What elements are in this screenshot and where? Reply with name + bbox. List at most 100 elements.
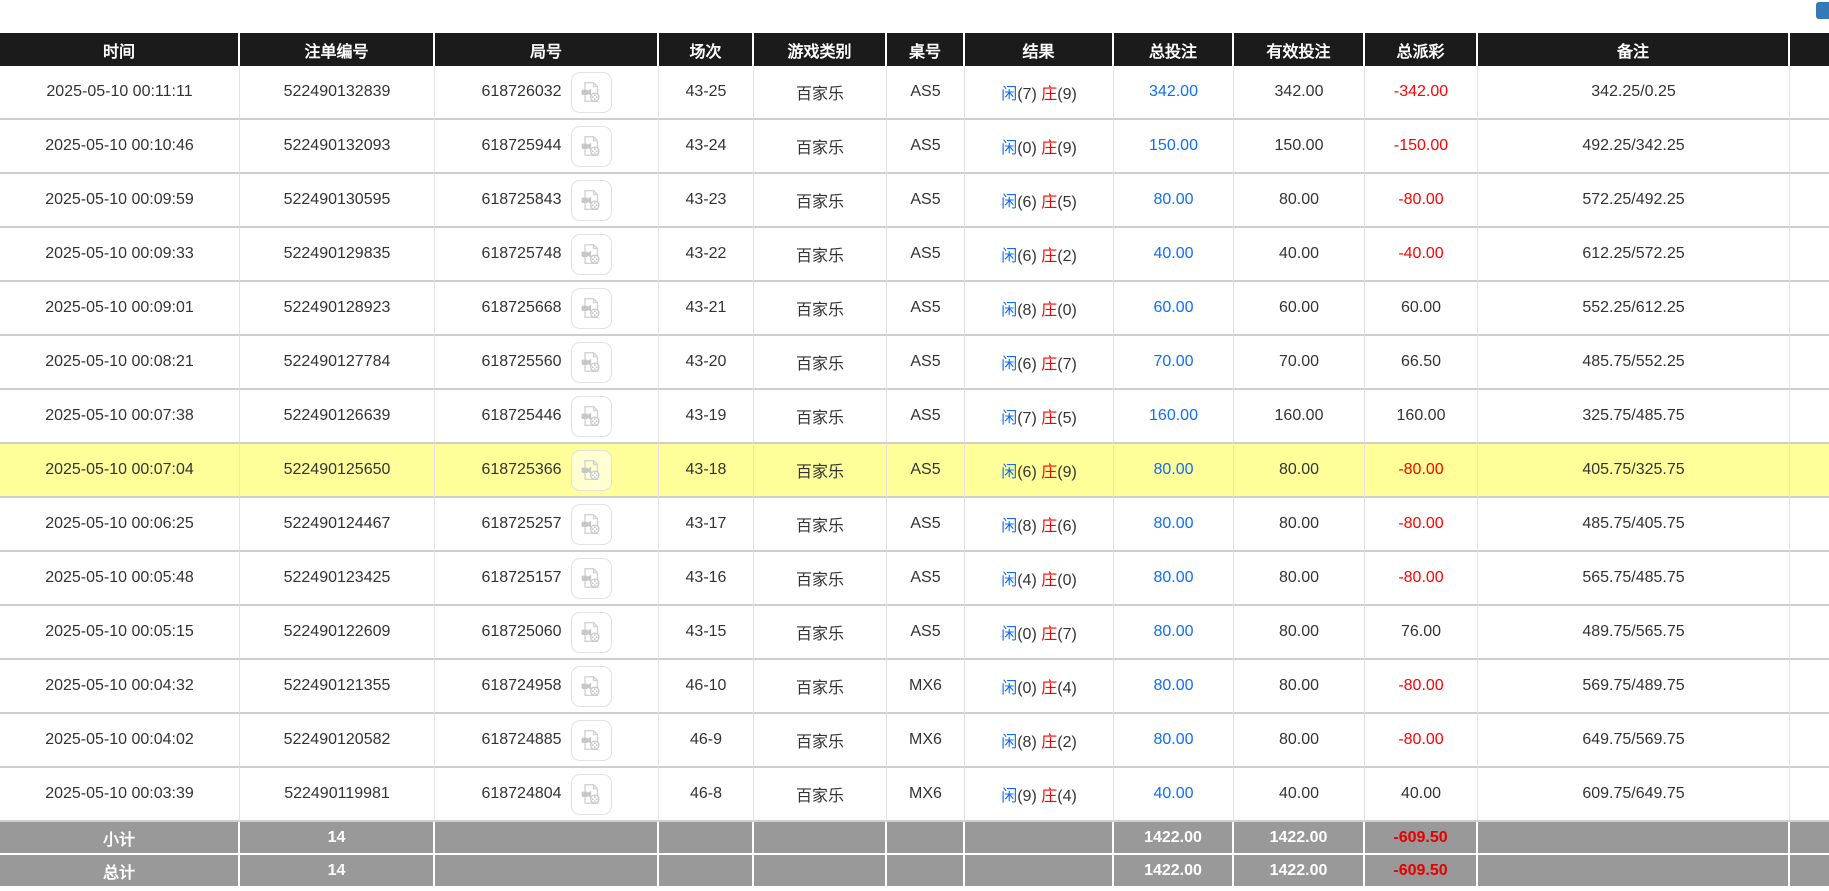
video-replay-button[interactable] bbox=[570, 665, 612, 707]
cell-result: 闲(8) 庄(2) bbox=[965, 714, 1114, 768]
cell-game-type: 百家乐 bbox=[754, 66, 887, 120]
video-replay-file-icon bbox=[581, 460, 600, 480]
cell-total-bet: 150.00 bbox=[1114, 120, 1234, 174]
table-row[interactable]: 2025-05-10 00:07:04 522490125650 618725366… bbox=[0, 444, 1829, 498]
total-bet-link[interactable]: 150.00 bbox=[1149, 137, 1198, 154]
sum-game-type bbox=[754, 855, 887, 888]
cell-bet-no: 522490123425 bbox=[240, 552, 435, 606]
table-row[interactable]: 2025-05-10 00:10:46 522490132093 618725944… bbox=[0, 120, 1829, 174]
cell-bet-no: 522490128923 bbox=[240, 282, 435, 336]
table-row[interactable]: 2025-05-10 00:09:01 522490128923 618725668… bbox=[0, 282, 1829, 336]
result-banker: 庄 bbox=[1041, 518, 1058, 535]
table-row[interactable]: 2025-05-10 00:08:21 522490127784 618725560… bbox=[0, 336, 1829, 390]
total-bet-link[interactable]: 80.00 bbox=[1153, 191, 1193, 208]
table-foot: 小计 14 1422.00 1422.00 -609.50 总计 14 1422.00 1422… bbox=[0, 822, 1829, 888]
round-no: 618724804 bbox=[481, 785, 562, 802]
cell-time: 2025-05-10 00:09:59 bbox=[0, 174, 240, 228]
total-bet-link[interactable]: 342.00 bbox=[1149, 83, 1198, 100]
cell-result: 闲(0) 庄(7) bbox=[965, 606, 1114, 660]
cell-bet-no: 522490122609 bbox=[240, 606, 435, 660]
total-bet-link[interactable]: 80.00 bbox=[1153, 623, 1193, 640]
sum-total-bet: 1422.00 bbox=[1114, 822, 1234, 855]
table-row[interactable]: 2025-05-10 00:03:39 522490119981 618724804… bbox=[0, 768, 1829, 822]
cell-result: 闲(0) 庄(4) bbox=[965, 660, 1114, 714]
round-no: 618725843 bbox=[481, 191, 562, 208]
table-row[interactable]: 2025-05-10 00:05:48 522490123425 618725157… bbox=[0, 552, 1829, 606]
video-replay-file-icon bbox=[581, 352, 600, 372]
top-strip bbox=[0, 0, 1829, 33]
cell-bet-no: 522490121355 bbox=[240, 660, 435, 714]
video-replay-file-icon bbox=[581, 82, 600, 102]
table-row[interactable]: 2025-05-10 00:04:02 522490120582 618724885… bbox=[0, 714, 1829, 768]
video-replay-button[interactable] bbox=[570, 341, 612, 383]
total-bet-link[interactable]: 40.00 bbox=[1153, 245, 1193, 262]
video-replay-file-icon bbox=[581, 568, 600, 588]
cell-extra bbox=[1790, 444, 1829, 498]
result-banker: 庄 bbox=[1041, 194, 1058, 211]
subtotal-row: 小计 14 1422.00 1422.00 -609.50 bbox=[0, 822, 1829, 855]
video-replay-button[interactable] bbox=[570, 179, 612, 221]
cell-total-bet: 80.00 bbox=[1114, 444, 1234, 498]
cell-total-bet: 70.00 bbox=[1114, 336, 1234, 390]
cell-round-no: 618724804 bbox=[435, 768, 659, 822]
video-replay-file-icon bbox=[581, 730, 600, 750]
cell-round-no: 618725843 bbox=[435, 174, 659, 228]
cell-total-bet: 80.00 bbox=[1114, 606, 1234, 660]
cell-result: 闲(6) 庄(5) bbox=[965, 174, 1114, 228]
video-replay-button[interactable] bbox=[570, 233, 612, 275]
cell-time: 2025-05-10 00:06:25 bbox=[0, 498, 240, 552]
cell-total-bet: 40.00 bbox=[1114, 768, 1234, 822]
video-replay-button[interactable] bbox=[570, 503, 612, 545]
table-row[interactable]: 2025-05-10 00:11:11 522490132839 618726032… bbox=[0, 66, 1829, 120]
total-bet-link[interactable]: 70.00 bbox=[1153, 353, 1193, 370]
total-bet-link[interactable]: 80.00 bbox=[1153, 569, 1193, 586]
cell-remark: 569.75/489.75 bbox=[1478, 660, 1790, 714]
cell-result: 闲(6) 庄(7) bbox=[965, 336, 1114, 390]
total-bet-link[interactable]: 60.00 bbox=[1153, 299, 1193, 316]
video-replay-button[interactable] bbox=[570, 611, 612, 653]
cell-valid-bet: 342.00 bbox=[1234, 66, 1365, 120]
cell-time: 2025-05-10 00:11:11 bbox=[0, 66, 240, 120]
table-row[interactable]: 2025-05-10 00:04:32 522490121355 618724958… bbox=[0, 660, 1829, 714]
table-row[interactable]: 2025-05-10 00:09:33 522490129835 618725748… bbox=[0, 228, 1829, 282]
cell-table-no: AS5 bbox=[887, 606, 965, 660]
total-bet-link[interactable]: 80.00 bbox=[1153, 461, 1193, 478]
result-player: 闲 bbox=[1001, 356, 1018, 373]
col-valid-bet: 有效投注 bbox=[1234, 33, 1365, 66]
video-replay-button[interactable] bbox=[570, 557, 612, 599]
partial-button[interactable] bbox=[1816, 2, 1829, 19]
cell-total-bet: 80.00 bbox=[1114, 552, 1234, 606]
table-row[interactable]: 2025-05-10 00:05:15 522490122609 618725060… bbox=[0, 606, 1829, 660]
cell-round-no: 618725366 bbox=[435, 444, 659, 498]
video-replay-button[interactable] bbox=[570, 395, 612, 437]
video-replay-button[interactable] bbox=[570, 449, 612, 491]
cell-payout: -80.00 bbox=[1365, 714, 1478, 768]
video-replay-button[interactable] bbox=[570, 287, 612, 329]
sum-remark bbox=[1478, 822, 1790, 855]
total-bet-link[interactable]: 40.00 bbox=[1153, 785, 1193, 802]
col-game-type: 游戏类别 bbox=[754, 33, 887, 66]
cell-game-type: 百家乐 bbox=[754, 768, 887, 822]
table-row[interactable]: 2025-05-10 00:09:59 522490130595 618725843… bbox=[0, 174, 1829, 228]
cell-valid-bet: 150.00 bbox=[1234, 120, 1365, 174]
cell-round-no: 618725560 bbox=[435, 336, 659, 390]
cell-result: 闲(7) 庄(5) bbox=[965, 390, 1114, 444]
total-bet-link[interactable]: 80.00 bbox=[1153, 731, 1193, 748]
video-replay-button[interactable] bbox=[570, 125, 612, 167]
video-replay-file-icon bbox=[581, 676, 600, 696]
table-row[interactable]: 2025-05-10 00:06:25 522490124467 618725257… bbox=[0, 498, 1829, 552]
sum-round-no bbox=[435, 822, 659, 855]
video-replay-button[interactable] bbox=[570, 719, 612, 761]
video-replay-button[interactable] bbox=[570, 71, 612, 113]
total-bet-link[interactable]: 160.00 bbox=[1149, 407, 1198, 424]
cell-round-no: 618724958 bbox=[435, 660, 659, 714]
total-bet-link[interactable]: 80.00 bbox=[1153, 677, 1193, 694]
result-banker: 庄 bbox=[1041, 248, 1058, 265]
total-bet-link[interactable]: 80.00 bbox=[1153, 515, 1193, 532]
result-banker: 庄 bbox=[1041, 140, 1058, 157]
table-row[interactable]: 2025-05-10 00:07:38 522490126639 618725446… bbox=[0, 390, 1829, 444]
cell-result: 闲(8) 庄(0) bbox=[965, 282, 1114, 336]
cell-round-no: 618726032 bbox=[435, 66, 659, 120]
cell-remark: 552.25/612.25 bbox=[1478, 282, 1790, 336]
video-replay-button[interactable] bbox=[570, 773, 612, 815]
